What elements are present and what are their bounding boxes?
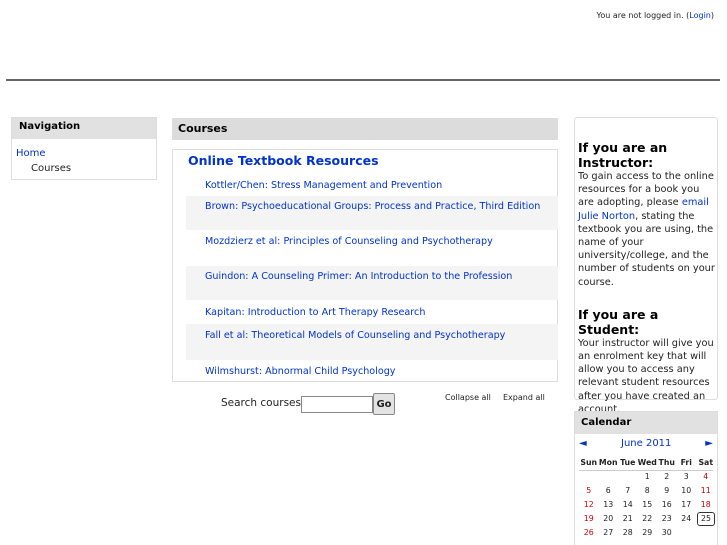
course-link[interactable]: Kapitan: Introduction to Art Therapy Res… — [186, 301, 558, 323]
calendar-day[interactable]: 7 — [618, 484, 638, 498]
calendar-day[interactable]: 29 — [638, 526, 658, 540]
calendar-day — [599, 470, 619, 484]
course-link[interactable]: Mozdzierz et al: Principles of Counselin… — [186, 231, 558, 265]
course-search: Search courses: Go — [221, 393, 395, 415]
calendar-day[interactable]: 1 — [638, 470, 658, 484]
course-link[interactable]: Brown: Psychoeducational Groups: Process… — [186, 196, 558, 230]
weekday-label: Fri — [680, 458, 692, 467]
calendar-day[interactable]: 24 — [677, 512, 697, 526]
calendar-day[interactable]: 8 — [638, 484, 658, 498]
course-link[interactable]: Fall et al: Theoretical Models of Counse… — [186, 324, 558, 360]
login-link[interactable]: Login — [689, 11, 711, 20]
calendar-day[interactable]: 10 — [677, 484, 697, 498]
calendar-day[interactable]: 18 — [696, 498, 716, 512]
calendar-week-row: 5 6 7 8 9 10 11 — [579, 484, 717, 498]
weekday-label: Tue — [620, 458, 636, 467]
calendar-day — [696, 526, 716, 540]
calendar-day[interactable]: 27 — [599, 526, 619, 540]
course-link[interactable]: Wilmshurst: Abnormal Child Psychology — [186, 361, 558, 381]
calendar-day[interactable]: 12 — [579, 498, 599, 512]
calendar-block: Calendar ◄ June 2011 ► Sun Mon Tue Wed Thu Fr… — [574, 411, 718, 545]
calendar-day[interactable]: 11 — [696, 484, 716, 498]
calendar-day[interactable]: 6 — [599, 484, 619, 498]
student-text: Your instructor will give you an enrolme… — [578, 337, 714, 415]
calendar-day[interactable]: 19 — [579, 512, 599, 526]
calendar-day — [579, 470, 599, 484]
weekday-label: Sun — [580, 458, 598, 467]
calendar-day[interactable]: 21 — [618, 512, 638, 526]
instructor-text: To gain access to the online resources f… — [578, 171, 715, 288]
course-link[interactable]: Guindon: A Counseling Primer: An Introdu… — [186, 266, 558, 300]
calendar-day[interactable]: 17 — [677, 498, 697, 512]
calendar-day[interactable]: 5 — [579, 484, 599, 498]
calendar-day[interactable]: 20 — [599, 512, 619, 526]
weekday-label: Sat — [698, 458, 714, 467]
calendar-day[interactable]: 22 — [638, 512, 658, 526]
calendar-week-row: 26 27 28 29 30 — [579, 526, 717, 540]
calendar-divider — [579, 470, 713, 471]
search-input[interactable] — [301, 396, 373, 413]
calendar-day — [677, 526, 697, 540]
collapse-all-link[interactable]: Collapse all — [445, 393, 491, 402]
calendar-day[interactable]: 15 — [638, 498, 658, 512]
calendar-day[interactable]: 2 — [657, 470, 677, 484]
info-block: If you are an Instructor: To gain access… — [574, 117, 718, 415]
calendar-day[interactable]: 4 — [696, 470, 716, 484]
calendar-weekday-row: Sun Mon Tue Wed Thu Fri Sat — [579, 456, 717, 470]
nav-courses-link[interactable]: Courses — [31, 163, 156, 174]
weekday-label: Thu — [658, 458, 675, 467]
calendar-day[interactable]: 14 — [618, 498, 638, 512]
login-status: You are not logged in. (Login) — [597, 11, 715, 20]
calendar-day[interactable]: 3 — [677, 470, 697, 484]
calendar-day[interactable]: 23 — [657, 512, 677, 526]
month-title[interactable]: June 2011 — [621, 438, 671, 449]
go-button[interactable]: Go — [373, 393, 395, 415]
calendar-day[interactable]: 9 — [657, 484, 677, 498]
next-month-button[interactable]: ► — [705, 438, 713, 449]
search-label: Search courses: — [221, 397, 305, 409]
courses-title: Courses — [172, 118, 558, 140]
instructor-heading: If you are an Instructor: — [578, 140, 668, 170]
student-heading: If you are a Student: — [578, 306, 659, 337]
calendar-day[interactable]: 30 — [657, 526, 677, 540]
course-link[interactable]: Kottler/Chen: Stress Management and Prev… — [186, 178, 558, 195]
calendar-nav: ◄ June 2011 ► — [575, 434, 717, 456]
category-link[interactable]: Online Textbook Resources — [188, 153, 379, 168]
calendar-grid: Sun Mon Tue Wed Thu Fri Sat 1 2 3 4 5 6 7 8 9 10 11 12 13 14… — [575, 456, 717, 540]
courses-list: Online Textbook Resources Kottler/Chen: … — [172, 149, 558, 382]
login-text: You are not logged in. ( — [596, 11, 690, 20]
navigation-title: Navigation — [12, 118, 156, 139]
calendar-week-row: 1234 — [579, 470, 717, 484]
calendar-title: Calendar — [575, 412, 717, 434]
expand-all-link[interactable]: Expand all — [503, 393, 545, 402]
prev-month-button[interactable]: ◄ — [579, 438, 587, 449]
nav-home-link[interactable]: Home — [16, 148, 156, 159]
calendar-day[interactable]: 25 — [697, 512, 715, 526]
weekday-label: Wed — [637, 458, 657, 467]
header-divider — [6, 79, 720, 81]
weekday-label: Mon — [598, 458, 618, 467]
calendar-day[interactable]: 16 — [657, 498, 677, 512]
calendar-day[interactable]: 28 — [618, 526, 638, 540]
calendar-week-row: 19 20 21 22 23 24 25 — [579, 512, 717, 526]
login-close: ) — [710, 11, 714, 20]
calendar-day[interactable]: 26 — [579, 526, 599, 540]
calendar-day — [618, 470, 638, 484]
calendar-week-row: 12 13 14 15 16 17 18 — [579, 498, 717, 512]
calendar-day[interactable]: 13 — [599, 498, 619, 512]
navigation-block: Navigation Home Courses — [11, 117, 157, 180]
